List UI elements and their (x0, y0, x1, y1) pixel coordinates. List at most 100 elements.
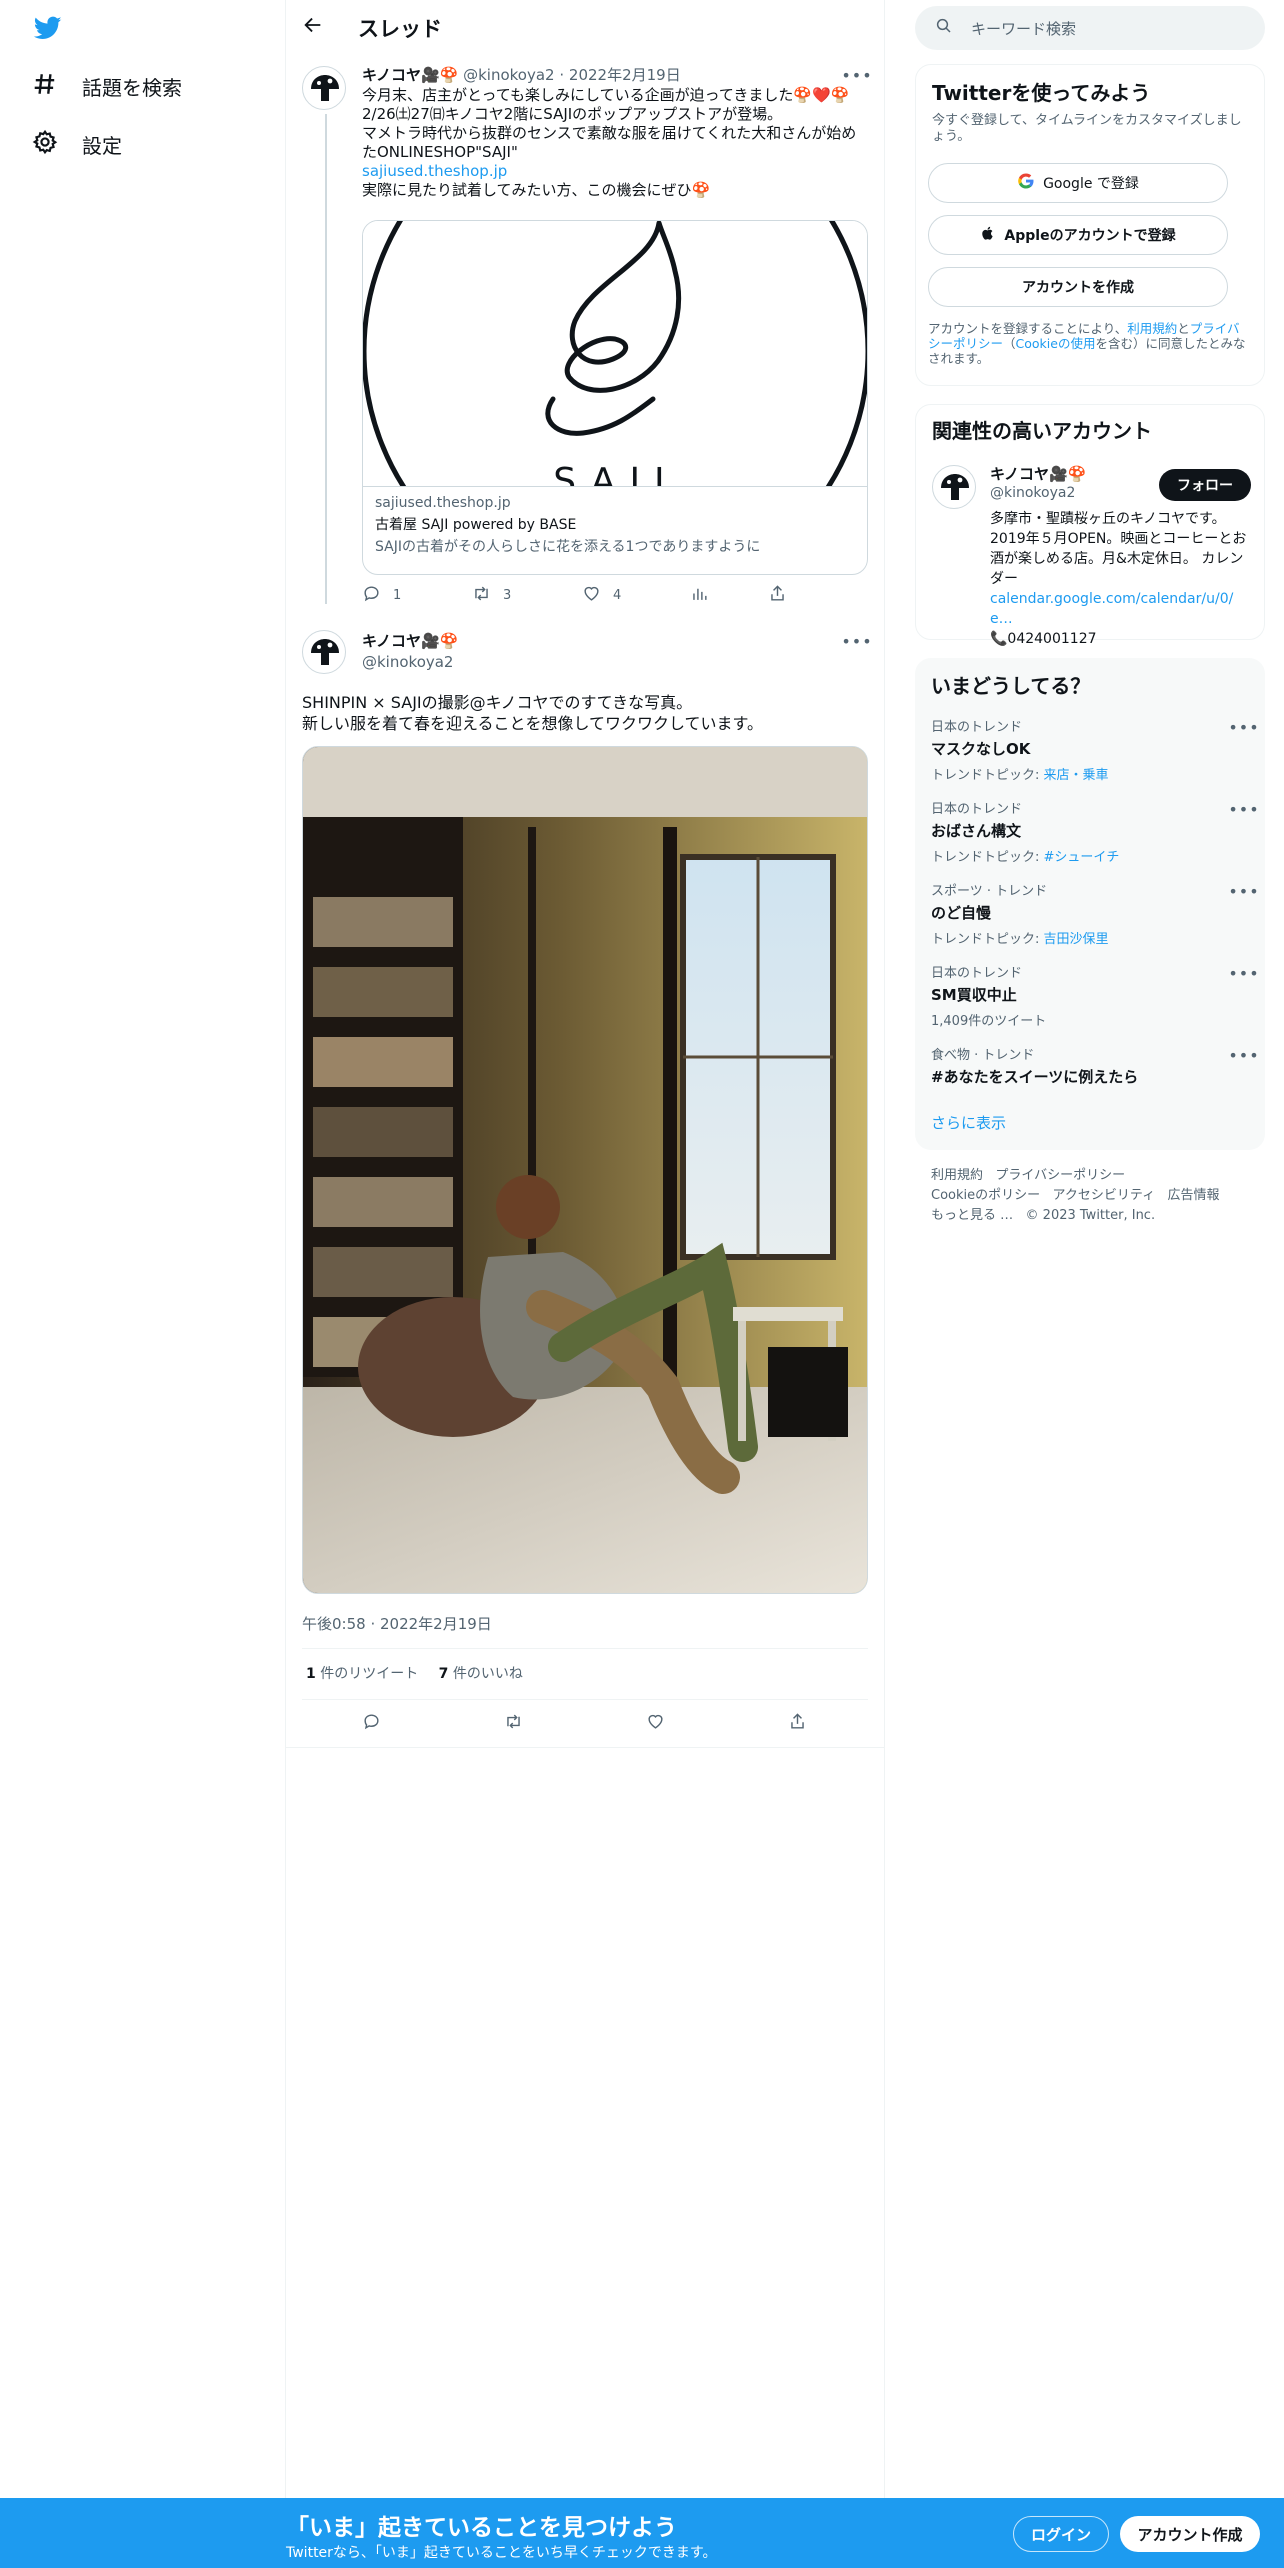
signup-button[interactable]: アカウント作成 (1120, 2516, 1260, 2552)
trend-title: のど自慢 (931, 904, 992, 922)
more-options-button[interactable]: ••• (841, 64, 871, 86)
terms-link[interactable]: 利用規約 (1127, 321, 1177, 336)
like-stat[interactable]: 7 件のいいね (439, 1666, 523, 1682)
trend-more-button[interactable]: ••• (1228, 716, 1258, 738)
trend-more-button[interactable]: ••• (1228, 962, 1258, 984)
display-name[interactable]: キノコヤ🎥🍄 (362, 630, 458, 651)
trend-item[interactable]: 日本のトレンド おばさん構文 トレンドトピック: #シューイチ ••• (931, 798, 1259, 866)
footer-link-cookie[interactable]: Cookieのポリシー (931, 1188, 1040, 1203)
retweet-stat-label: 件のリツイート (320, 1666, 419, 1682)
google-signup-button[interactable]: Google で登録 (928, 163, 1228, 203)
trend-more-button[interactable]: ••• (1228, 880, 1258, 902)
account-handle[interactable]: @kinokoya2 (990, 485, 1086, 501)
share-button[interactable] (768, 584, 787, 607)
retweet-button[interactable]: 3 (472, 584, 511, 607)
trend-sub: トレンドトピック: #シューイチ (931, 846, 1251, 865)
apple-icon (980, 225, 996, 245)
trend-sub-prefix: トレンドトピック: (931, 932, 1044, 947)
tweet-header: キノコヤ🎥🍄 @kinokoya2 · 2022年2月19日 (362, 64, 862, 85)
relevant-accounts-panel: 関連性の高いアカウント キノコヤ🎥🍄 @kinokoya2 フォロー 多摩市・聖… (915, 404, 1265, 647)
cookie-link[interactable]: Cookieの使用 (1016, 336, 1096, 351)
like-button[interactable]: 4 (582, 584, 621, 607)
trend-meta: 食べ物 · トレンド (931, 1048, 1035, 1063)
tweet-line: 2/26㈯27㈰キノコヤ2階にSAJIのポップアップストアが登場。 (362, 105, 783, 123)
legal-text-2: と (1177, 321, 1190, 336)
photo-room-scene (303, 747, 867, 1593)
trend-topic-link[interactable]: #シューイチ (1044, 850, 1120, 865)
footer-link-privacy[interactable]: プライバシーポリシー (995, 1168, 1125, 1183)
tweet-photo[interactable] (302, 746, 868, 1594)
trend-item[interactable]: スポーツ · トレンド のど自慢 トレンドトピック: 吉田沙保里 ••• (931, 880, 1259, 948)
trends-title: いまどうしてる？ (931, 674, 1091, 698)
nav-explore-label: 話題を検索 (82, 75, 182, 100)
tweet-date[interactable]: 2022年2月19日 (569, 66, 681, 84)
like-button[interactable] (646, 1712, 665, 1735)
engagement-stats: 1 件のリツイート 7 件のいいね (306, 1663, 523, 1683)
avatar[interactable] (302, 630, 346, 674)
footer-link-ads[interactable]: 広告情報 (1168, 1188, 1220, 1203)
main-column: スレッド キノコヤ🎥🍄 @kinokoya2 · 2022年2月19日 ••• … (285, 0, 885, 2498)
tweet-line: SHINPIN × SAJIの撮影@キノコヤでのすてきな写真。 (302, 693, 693, 712)
trend-meta: 日本のトレンド (931, 720, 1023, 735)
bottom-signup-bar: 「いま」起きていることを見つけよう Twitterなら、「いま」起きていることを… (0, 2498, 1284, 2568)
hashtag-icon (32, 71, 58, 102)
like-count: 4 (613, 588, 622, 603)
bottom-headline: 「いま」起きていることを見つけよう (286, 2515, 677, 2541)
show-more-link[interactable]: さらに表示 (931, 1112, 1006, 1133)
retweet-button[interactable] (504, 1712, 523, 1735)
reply-button[interactable]: 1 (362, 584, 401, 607)
search-box[interactable]: キーワード検索 (915, 6, 1265, 50)
follow-button[interactable]: フォロー (1159, 469, 1251, 501)
more-icon: ••• (1228, 881, 1260, 901)
display-name[interactable]: キノコヤ🎥🍄 (362, 66, 458, 84)
parent-tweet[interactable]: キノコヤ🎥🍄 @kinokoya2 · 2022年2月19日 ••• 今月末、店… (286, 54, 884, 614)
divider (302, 1648, 868, 1649)
mushroom-logo-icon (941, 474, 969, 500)
author-block: キノコヤ🎥🍄 @kinokoya2 (362, 630, 458, 671)
trend-item[interactable]: 日本のトレンド マスクなしOK トレンドトピック: 来店・乗車 ••• (931, 716, 1259, 784)
trend-more-button[interactable]: ••• (1228, 1044, 1258, 1066)
user-handle[interactable]: @kinokoya2 (362, 653, 458, 671)
trend-tweet-count: 1,409件のツイート (931, 1014, 1047, 1029)
trend-more-button[interactable]: ••• (1228, 798, 1258, 820)
footer-link-more[interactable]: もっと見る … (931, 1208, 1013, 1223)
signup-title: Twitterを使ってみよう (932, 81, 1151, 105)
link-card[interactable]: SAJI sajiused.theshop.jp 古着屋 SAJI powere… (362, 220, 868, 575)
trend-item[interactable]: 日本のトレンド SM買収中止 1,409件のツイート ••• (931, 962, 1259, 1030)
avatar[interactable] (302, 66, 346, 110)
nav-settings-label: 設定 (82, 133, 122, 158)
trend-topic-link[interactable]: 来店・乗車 (1044, 768, 1109, 783)
create-account-button[interactable]: アカウントを作成 (928, 267, 1228, 307)
trend-item[interactable]: 食べ物 · トレンド #あなたをスイーツに例えたら ••• (931, 1044, 1259, 1087)
bio-link[interactable]: calendar.google.com/calendar/u/0/e… (990, 591, 1233, 627)
left-nav: 話題を検索 設定 (0, 0, 285, 2498)
bio-phone: 📞0424001127 (990, 631, 1097, 647)
account-name[interactable]: キノコヤ🎥🍄 (990, 463, 1086, 484)
trend-title: #あなたをスイーツに例えたら (931, 1068, 1139, 1086)
tweet-link[interactable]: sajiused.theshop.jp (362, 162, 507, 180)
trends-panel: いまどうしてる？ 日本のトレンド マスクなしOK トレンドトピック: 来店・乗車… (915, 658, 1265, 1150)
gear-icon (32, 129, 58, 160)
apple-signup-button[interactable]: Appleのアカウントで登録 (928, 215, 1228, 255)
share-button[interactable] (788, 1712, 807, 1735)
nav-explore[interactable]: 話題を検索 (32, 61, 182, 111)
avatar[interactable] (932, 465, 976, 509)
footer-link-terms[interactable]: 利用規約 (931, 1168, 983, 1183)
back-arrow-icon[interactable] (302, 14, 328, 40)
footer-copyright: © 2023 Twitter, Inc. (1025, 1208, 1156, 1223)
twitter-logo-icon[interactable] (32, 14, 64, 42)
divider (286, 1747, 884, 1748)
tweet-timestamp[interactable]: 午後0:58 · 2022年2月19日 (302, 1613, 492, 1634)
trend-topic-link[interactable]: 吉田沙保里 (1044, 932, 1109, 947)
login-button[interactable]: ログイン (1013, 2516, 1109, 2552)
trend-sub: トレンドトピック: 来店・乗車 (931, 764, 1251, 783)
search-input[interactable]: キーワード検索 (971, 18, 1076, 39)
analytics-button[interactable] (690, 584, 709, 607)
divider (302, 1699, 868, 1700)
user-handle[interactable]: @kinokoya2 (463, 66, 554, 84)
reply-button[interactable] (362, 1712, 381, 1735)
retweet-stat[interactable]: 1 件のリツイート (306, 1666, 418, 1682)
more-options-button[interactable]: ••• (841, 630, 871, 652)
nav-settings[interactable]: 設定 (32, 119, 122, 169)
footer-link-accessibility[interactable]: アクセシビリティ (1053, 1188, 1156, 1203)
